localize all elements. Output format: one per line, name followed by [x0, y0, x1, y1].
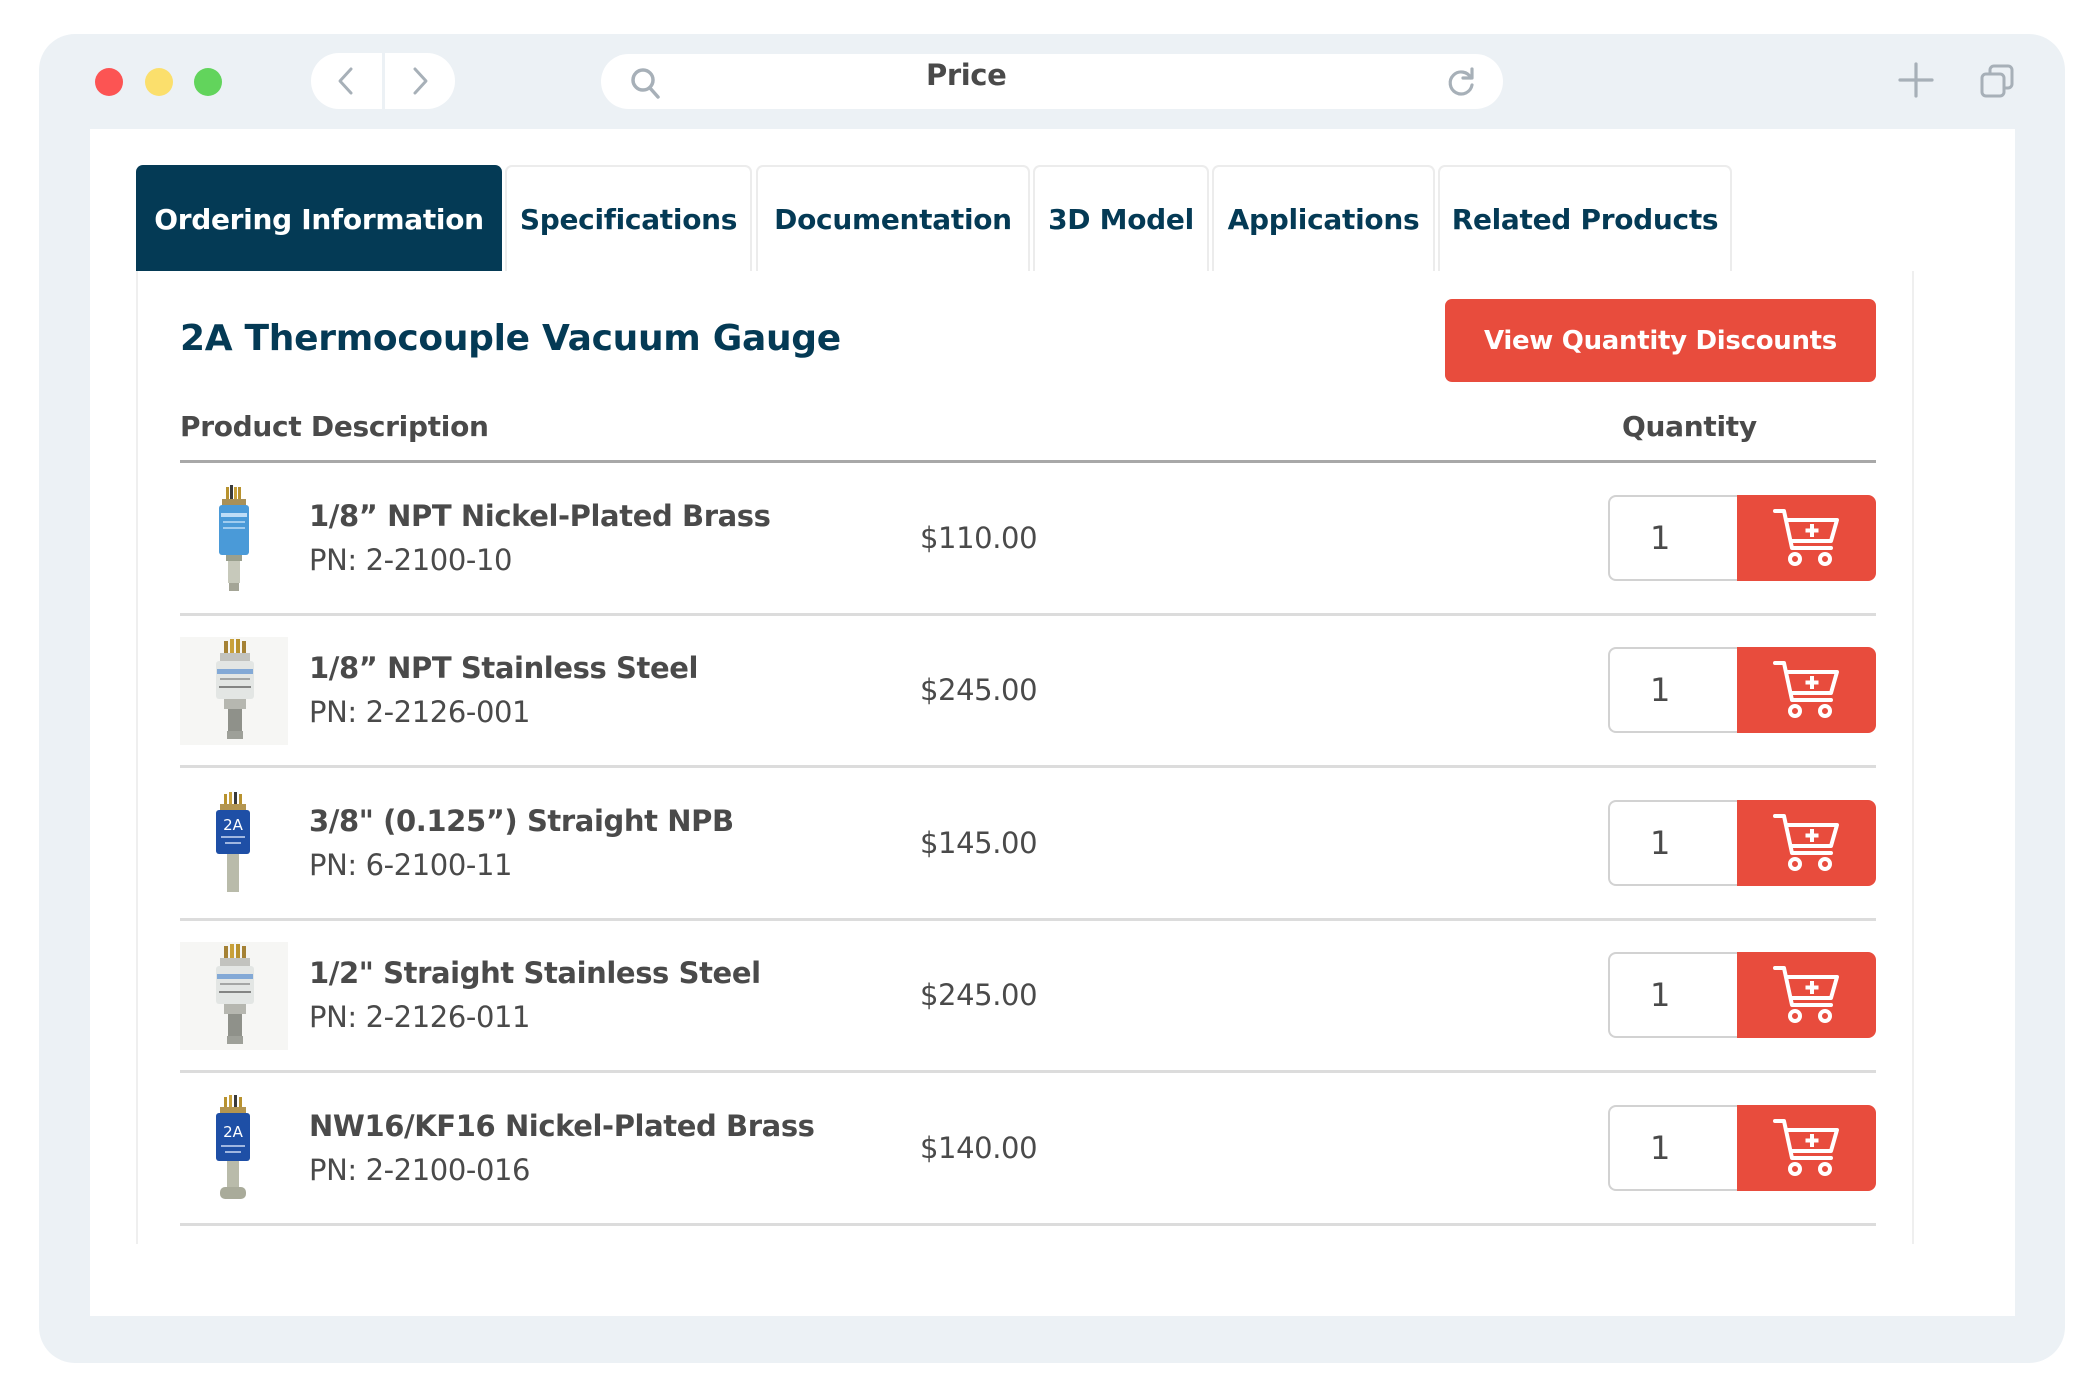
product-name[interactable]: 3/8" (0.125”) Straight NPB: [309, 804, 734, 838]
product-thumbnail[interactable]: [180, 942, 288, 1051]
part-number: PN: 2-2100-016: [309, 1152, 531, 1187]
add-to-cart-button[interactable]: [1737, 1104, 1876, 1191]
add-to-cart-icon: [1772, 509, 1839, 566]
product-row: 1/8” NPT Stainless Steel PN: 2-2126-001 $2…: [180, 615, 1876, 769]
product-image[interactable]: [180, 485, 288, 593]
tab-documentation[interactable]: Documentation: [756, 165, 1030, 271]
page-title: 2A Thermocouple Vacuum Gauge: [180, 318, 841, 359]
tab-applications[interactable]: Applications: [1212, 165, 1435, 271]
add-to-cart-button[interactable]: [1737, 647, 1876, 734]
tab-3d-model[interactable]: 3D Model: [1033, 165, 1209, 271]
product-image[interactable]: [180, 942, 288, 1051]
add-to-cart-icon: [1772, 966, 1839, 1024]
tab-ordering-information[interactable]: Ordering Information: [136, 165, 502, 271]
search-icon: [631, 68, 660, 99]
product-name[interactable]: NW16/KF16 Nickel-Plated Brass: [309, 1109, 815, 1143]
product-row: 1/8” NPT Nickel-Plated Brass PN: 2-2100-1…: [180, 463, 1876, 616]
part-number: PN: 6-2100-11: [309, 847, 513, 882]
product-name[interactable]: 1/8” NPT Nickel-Plated Brass: [309, 499, 771, 533]
chevron-right-icon: [413, 67, 428, 95]
forward-button[interactable]: [384, 53, 455, 109]
quantity-input[interactable]: [1608, 1104, 1738, 1191]
history-navigation: [311, 53, 455, 109]
product-price: $245.00: [920, 673, 1038, 708]
quantity-input[interactable]: [1608, 495, 1738, 581]
close-window-button[interactable]: [95, 68, 123, 96]
add-to-cart-button[interactable]: [1737, 799, 1876, 886]
add-to-cart-button[interactable]: [1737, 952, 1876, 1039]
quantity-input[interactable]: [1608, 799, 1738, 886]
product-name[interactable]: 1/8” NPT Stainless Steel: [309, 651, 698, 685]
reload-icon[interactable]: [1445, 66, 1477, 98]
add-to-cart-button[interactable]: [1737, 495, 1876, 581]
product-thumbnail[interactable]: 2A: [180, 1094, 288, 1203]
view-quantity-discounts-button[interactable]: View Quantity Discounts: [1445, 299, 1876, 382]
product-price: $110.00: [920, 521, 1038, 555]
product-price: $140.00: [920, 1130, 1038, 1165]
svg-text:2A: 2A: [223, 816, 244, 834]
add-to-cart-icon: [1772, 1118, 1839, 1176]
product-image[interactable]: 2A: [180, 1094, 288, 1203]
part-number: PN: 2-2126-011: [309, 1000, 531, 1035]
column-header-description: Product Description: [180, 410, 489, 443]
back-button[interactable]: [311, 53, 382, 109]
copy-icon[interactable]: [1980, 64, 2014, 98]
product-thumbnail[interactable]: 2A: [180, 790, 288, 898]
svg-text:2A: 2A: [223, 1123, 244, 1141]
quantity-input[interactable]: [1608, 647, 1738, 734]
tab-related-products[interactable]: Related Products: [1438, 165, 1732, 271]
address-input[interactable]: [671, 62, 1411, 102]
quantity-input[interactable]: [1608, 952, 1738, 1039]
product-thumbnail[interactable]: [180, 637, 288, 746]
product-row: 1/2" Straight Stainless Steel PN: 2-2126-…: [180, 920, 1876, 1074]
chevron-left-icon: [338, 67, 353, 95]
plus-icon[interactable]: [1898, 62, 1934, 98]
product-row: 2A 3/8" (0.125”) Straight NPB PN: 6-2100-…: [180, 768, 1876, 921]
product-name[interactable]: 1/2" Straight Stainless Steel: [309, 956, 761, 990]
product-price: $245.00: [920, 978, 1038, 1013]
column-header-price: Price: [926, 58, 1007, 92]
maximize-window-button[interactable]: [194, 68, 222, 96]
part-number: PN: 2-2100-10: [309, 543, 513, 577]
product-image[interactable]: [180, 637, 288, 746]
product-row: 2A NW16/KF16 Nickel-Plated Brass PN: 2-21…: [180, 1073, 1876, 1226]
column-header-quantity: Quantity: [1622, 410, 1757, 443]
row-divider: [180, 1222, 1876, 1226]
add-to-cart-icon: [1772, 813, 1839, 871]
tab-specifications[interactable]: Specifications: [505, 165, 752, 271]
add-to-cart-icon: [1772, 661, 1839, 719]
minimize-window-button[interactable]: [145, 68, 173, 96]
part-number: PN: 2-2126-001: [309, 695, 531, 730]
product-thumbnail[interactable]: [180, 485, 288, 593]
product-image[interactable]: 2A: [180, 790, 288, 898]
product-price: $145.00: [920, 825, 1038, 860]
address-bar[interactable]: [601, 54, 1503, 109]
